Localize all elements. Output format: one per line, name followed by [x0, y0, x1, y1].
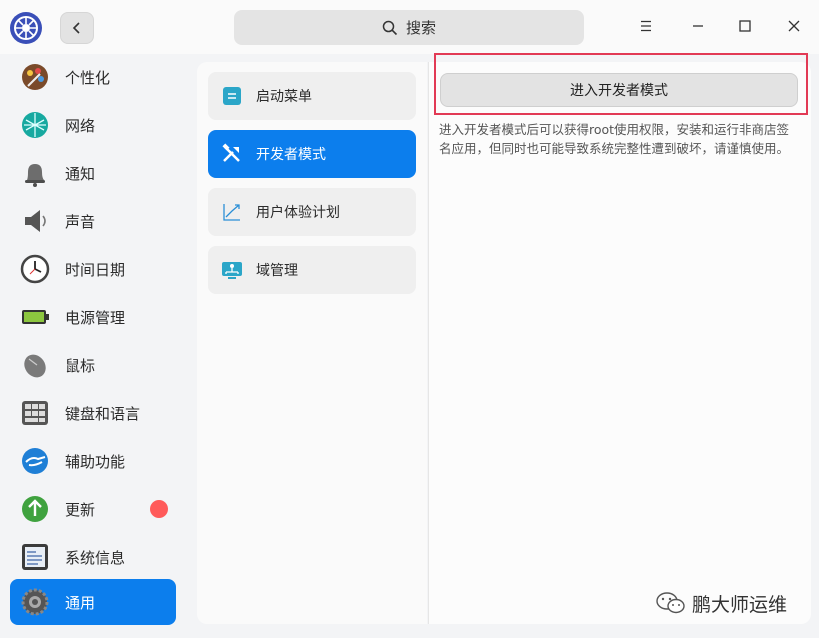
boot-menu-icon	[220, 84, 244, 108]
sidebar-item-network[interactable]: 网络	[10, 102, 176, 148]
submenu-item-label: 域管理	[256, 263, 298, 279]
close-button[interactable]	[782, 14, 806, 38]
sidebar-item-datetime[interactable]: 时间日期	[10, 246, 176, 292]
submenu-item-domain[interactable]: 域管理	[208, 246, 416, 294]
submenu-item-label: 用户体验计划	[256, 205, 340, 221]
sidebar-item-label: 网络	[65, 116, 96, 135]
sidebar-item-accessibility[interactable]: 辅助功能	[10, 438, 176, 484]
close-icon	[788, 20, 800, 32]
bell-icon	[20, 158, 50, 188]
sidebar-item-label: 辅助功能	[65, 452, 126, 471]
sidebar-item-general[interactable]: 通用	[10, 579, 176, 625]
sidebar-item-label: 通知	[65, 164, 96, 183]
tools-icon	[220, 142, 244, 166]
accessibility-icon	[20, 446, 50, 476]
search-icon	[382, 20, 398, 35]
submenu-item-user-experience[interactable]: 用户体验计划	[208, 188, 416, 236]
titlebar: 搜索	[0, 0, 819, 54]
sidebar-item-label: 声音	[65, 212, 96, 231]
clock-icon	[20, 254, 50, 284]
sidebar-item-label: 通用	[65, 593, 96, 612]
battery-icon	[20, 302, 50, 332]
sidebar-item-label: 时间日期	[65, 260, 126, 279]
sidebar-item-notifications[interactable]: 通知	[10, 150, 176, 196]
sidebar-item-sound[interactable]: 声音	[10, 198, 176, 244]
submenu-panel: 启动菜单 开发者模式 用户体验计划 域管理	[197, 62, 427, 624]
update-arrow-icon	[20, 494, 50, 524]
app-logo-icon	[10, 12, 42, 44]
network-icon	[20, 110, 50, 140]
wechat-icon	[656, 592, 685, 614]
sidebar-item-label: 个性化	[65, 68, 111, 87]
chart-trend-icon	[220, 200, 244, 224]
sidebar-item-label: 系统信息	[65, 548, 126, 567]
speaker-icon	[20, 206, 50, 236]
watermark: 鹏大师运维	[656, 590, 787, 616]
sidebar-item-label: 更新	[65, 500, 96, 519]
system-info-icon	[20, 542, 50, 572]
sidebar-item-system-info[interactable]: 系统信息	[10, 534, 176, 580]
sidebar-item-label: 电源管理	[65, 308, 126, 327]
gear-icon	[20, 587, 50, 617]
mouse-icon	[20, 350, 50, 380]
domain-icon	[220, 258, 244, 282]
sidebar-item-keyboard[interactable]: 键盘和语言	[10, 390, 176, 436]
back-button[interactable]	[60, 12, 94, 44]
hamburger-menu-icon	[641, 20, 651, 32]
enter-developer-mode-button[interactable]: 进入开发者模式	[440, 73, 798, 107]
submenu-item-label: 开发者模式	[256, 147, 326, 163]
sidebar-item-update[interactable]: 更新	[10, 486, 176, 532]
sidebar-item-power[interactable]: 电源管理	[10, 294, 176, 340]
palette-icon	[20, 62, 50, 92]
update-badge	[150, 500, 168, 518]
submenu-item-boot-menu[interactable]: 启动菜单	[208, 72, 416, 120]
menu-button[interactable]	[634, 14, 658, 38]
maximize-icon	[739, 20, 751, 32]
sidebar-item-label: 键盘和语言	[65, 404, 141, 423]
sidebar-item-personalization[interactable]: 个性化	[10, 54, 176, 100]
sidebar: 个性化 网络 通知 声音 时间日期 电源管理 鼠标 键盘和语言 辅助功能 更新 …	[0, 54, 186, 638]
search-input[interactable]: 搜索	[234, 10, 584, 45]
chevron-left-icon	[72, 22, 80, 34]
minimize-icon	[693, 25, 703, 27]
watermark-text: 鹏大师运维	[692, 593, 788, 616]
maximize-button[interactable]	[733, 14, 757, 38]
minimize-button[interactable]	[686, 14, 710, 38]
submenu-item-label: 启动菜单	[256, 89, 312, 105]
sidebar-item-mouse[interactable]: 鼠标	[10, 342, 176, 388]
developer-mode-description: 进入开发者模式后可以获得root使用权限，安装和运行非商店签名应用，但同时也可能…	[439, 122, 790, 156]
keyboard-icon	[20, 398, 50, 428]
search-placeholder: 搜索	[405, 19, 436, 37]
sidebar-item-label: 鼠标	[65, 356, 96, 375]
submenu-item-developer-mode[interactable]: 开发者模式	[208, 130, 416, 178]
